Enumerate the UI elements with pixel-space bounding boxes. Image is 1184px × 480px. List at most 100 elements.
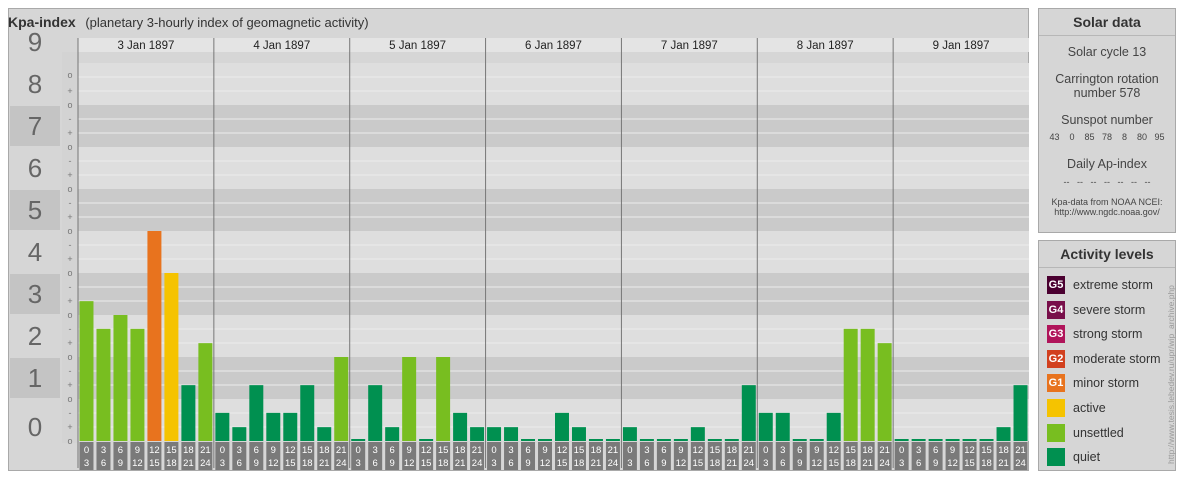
y-minor-mark: o xyxy=(67,268,72,278)
source-url: http://www.ngdc.noaa.gov/ xyxy=(1054,207,1160,217)
interval-start-label: 21 xyxy=(744,445,755,456)
interval-end-label: 21 xyxy=(319,458,330,469)
interval-end-label: 15 xyxy=(828,458,839,469)
interval-start-label: 15 xyxy=(438,445,449,456)
interval-start-label: 12 xyxy=(149,445,160,456)
y-minor-mark: o xyxy=(67,436,72,446)
interval-start-label: 15 xyxy=(166,445,177,456)
kp-bar xyxy=(707,439,722,441)
interval-end-label: 3 xyxy=(627,458,632,469)
interval-start-label: 9 xyxy=(814,445,819,456)
interval-end-label: 18 xyxy=(302,458,313,469)
interval-end-label: 15 xyxy=(693,458,704,469)
y-tick-label: 6 xyxy=(28,153,42,183)
activity-level-label: quiet xyxy=(1073,450,1101,465)
carrington-label: Carrington rotation xyxy=(1055,72,1159,86)
interval-end-label: 9 xyxy=(390,458,395,469)
interval-end-label: 24 xyxy=(744,458,755,469)
interval-start-label: 9 xyxy=(407,445,412,456)
interval-start-label: 15 xyxy=(302,445,313,456)
solar-data-panel: Solar data Solar cycle 13 Carrington rot… xyxy=(1038,8,1176,233)
y-minor-mark: + xyxy=(67,338,72,348)
activity-level-label: severe storm xyxy=(1073,302,1146,317)
interval-end-label: 6 xyxy=(237,458,242,469)
interval-start-label: 0 xyxy=(627,445,632,456)
interval-end-label: 15 xyxy=(285,458,296,469)
interval-end-label: 21 xyxy=(591,458,602,469)
y-tick-label: 2 xyxy=(28,321,42,351)
y-minor-mark: + xyxy=(67,254,72,264)
interval-start-label: 21 xyxy=(200,445,211,456)
y-tick-label: 7 xyxy=(28,111,42,141)
interval-start-label: 15 xyxy=(845,445,856,456)
kp-bar xyxy=(775,412,790,441)
kp-bar xyxy=(198,343,213,441)
kp-bar xyxy=(266,412,281,441)
kp-bar xyxy=(215,412,230,441)
interval-start-label: 0 xyxy=(491,445,496,456)
activity-level-item: G2 moderate storm xyxy=(1047,349,1161,368)
day-label: 9 Jan 1897 xyxy=(933,40,990,52)
day-label: 8 Jan 1897 xyxy=(797,40,854,52)
interval-start-label: 18 xyxy=(998,445,1009,456)
kp-bar xyxy=(368,385,383,441)
interval-end-label: 15 xyxy=(149,458,160,469)
interval-start-label: 0 xyxy=(356,445,361,456)
kp-bar xyxy=(164,273,179,441)
kp-bar xyxy=(911,439,926,441)
kp-bar xyxy=(232,427,247,441)
y-minor-mark: - xyxy=(69,156,72,166)
interval-start-label: 9 xyxy=(135,445,140,456)
kp-bar xyxy=(402,357,417,441)
day-label: 5 Jan 1897 xyxy=(389,40,446,52)
kp-bar xyxy=(673,439,688,441)
interval-end-label: 24 xyxy=(336,458,347,469)
kp-bar xyxy=(351,439,366,441)
activity-level-swatch: G3 xyxy=(1047,325,1065,344)
activity-level-label: extreme storm xyxy=(1073,278,1153,292)
kp-band xyxy=(78,63,1029,105)
kp-band xyxy=(78,105,1029,147)
interval-start-label: 9 xyxy=(950,445,955,456)
activity-levels-title: Activity levels xyxy=(1039,241,1175,268)
carrington-number: number 578 xyxy=(1073,86,1141,100)
interval-start-label: 6 xyxy=(118,445,123,456)
interval-start-label: 21 xyxy=(472,445,483,456)
interval-end-label: 3 xyxy=(356,458,361,469)
interval-end-label: 6 xyxy=(916,458,921,469)
kp-bar xyxy=(860,328,875,441)
ap-values: -- -- -- -- -- -- -- xyxy=(1063,177,1151,187)
kp-bar xyxy=(588,439,603,441)
interval-start-label: 3 xyxy=(237,445,242,456)
day-label: 7 Jan 1897 xyxy=(661,40,718,52)
interval-end-label: 12 xyxy=(811,458,822,469)
interval-end-label: 9 xyxy=(661,458,666,469)
kp-bar xyxy=(555,412,569,441)
kp-bar xyxy=(79,301,94,441)
interval-start-label: 6 xyxy=(797,445,802,456)
activity-levels-panel: Activity levels G5 extreme storm G4 severe … xyxy=(1038,240,1176,471)
interval-end-label: 24 xyxy=(1015,458,1026,469)
interval-start-label: 21 xyxy=(336,445,347,456)
kp-bar xyxy=(928,439,943,441)
y-tick-label: 9 xyxy=(28,27,42,57)
interval-start-label: 12 xyxy=(421,445,432,456)
interval-end-label: 18 xyxy=(981,458,992,469)
interval-end-label: 18 xyxy=(710,458,721,469)
interval-end-label: 18 xyxy=(438,458,449,469)
kp-bar xyxy=(113,315,128,441)
activity-level-item: active xyxy=(1047,399,1106,417)
kp-bar xyxy=(690,427,705,441)
kp-bar xyxy=(843,328,858,441)
interval-start-label: 9 xyxy=(678,445,683,456)
kp-bar xyxy=(996,427,1011,441)
y-minor-mark: - xyxy=(69,324,72,334)
activity-level-swatch xyxy=(1047,399,1065,417)
kp-bar xyxy=(521,439,536,441)
y-minor-mark: - xyxy=(69,366,72,376)
y-minor-mark: o xyxy=(67,394,72,404)
day-label: 4 Jan 1897 xyxy=(253,40,310,52)
kp-bar xyxy=(130,328,145,441)
interval-start-label: 18 xyxy=(455,445,466,456)
interval-start-label: 12 xyxy=(828,445,839,456)
